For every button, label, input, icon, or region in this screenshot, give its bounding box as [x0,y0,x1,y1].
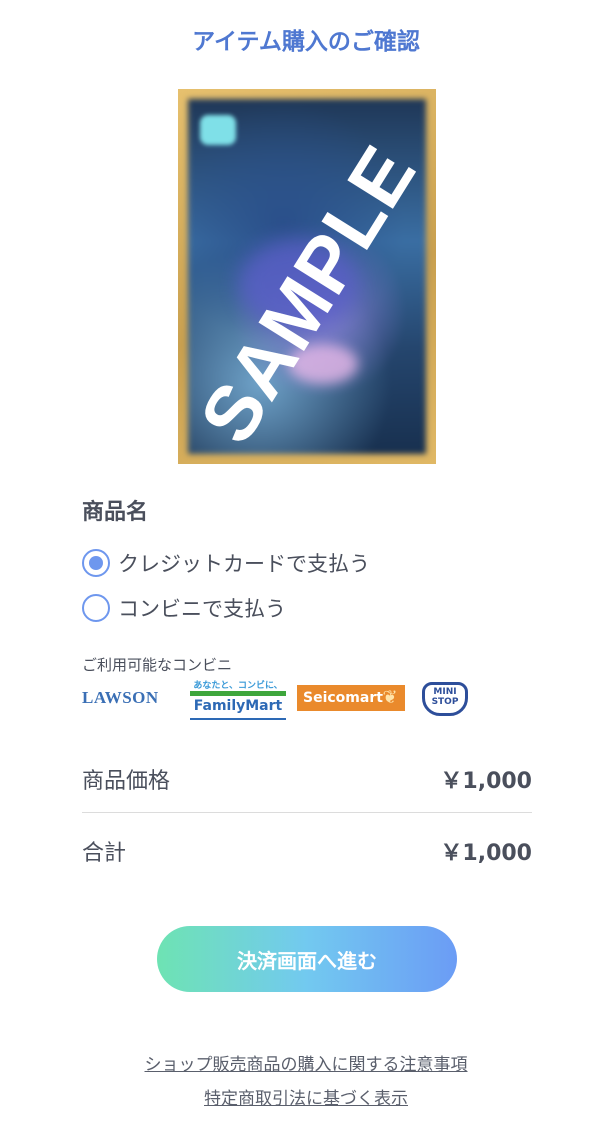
store-logos: LAWSON あなたと、コンビに、 FamilyMart Seicomart ❦… [82,678,482,720]
familymart-logo: あなたと、コンビに、 FamilyMart [190,678,286,720]
familymart-name: FamilyMart [190,698,286,720]
ministop-line1: MINI [433,687,457,697]
lawson-logo: LAWSON [82,688,159,707]
card-badge-icon [200,115,236,145]
item-price-row: 商品価格 ￥1,000 [82,763,532,795]
available-stores-label: ご利用可能なコンビニ [82,656,233,674]
item-card-image: SAMPLE [178,89,436,464]
total-label: 合計 [82,841,127,866]
seicomart-name: Seicomart [303,690,383,706]
purchase-notice-link[interactable]: ショップ販売商品の購入に関する注意事項 [0,1050,612,1075]
summary-divider [82,812,532,813]
item-price-value: ￥1,000 [440,769,532,794]
total-row: 合計 ￥1,000 [82,835,532,867]
radio-unchecked-icon[interactable] [82,594,110,622]
payment-option-label: コンビニで支払う [118,597,286,621]
seicomart-logo: Seicomart ❦ [297,685,405,711]
product-name-heading: 商品名 [82,500,149,525]
payment-option-credit-card[interactable]: クレジットカードで支払う [82,548,370,578]
proceed-to-payment-button[interactable]: 決済画面へ進む [157,926,457,992]
page-title: アイテム購入のご確認 [192,29,420,55]
commercial-law-link[interactable]: 特定商取引法に基づく表示 [0,1084,612,1109]
bird-icon: ❦ [382,687,398,708]
ministop-line2: STOP [431,697,459,707]
familymart-tagline: あなたと、コンビに、 [193,681,283,691]
payment-option-convenience-store[interactable]: コンビニで支払う [82,593,286,623]
payment-option-label: クレジットカードで支払う [118,552,370,576]
total-value: ￥1,000 [440,841,532,866]
ministop-logo: MINI STOP [422,682,468,716]
radio-checked-icon[interactable] [82,549,110,577]
ministop-text: MINI STOP [422,687,468,707]
familymart-stripe [190,691,286,696]
purchase-confirmation-page: アイテム購入のご確認 SAMPLE 商品名 クレジットカードで支払う コンビニで… [0,0,612,1144]
item-price-label: 商品価格 [82,769,171,794]
